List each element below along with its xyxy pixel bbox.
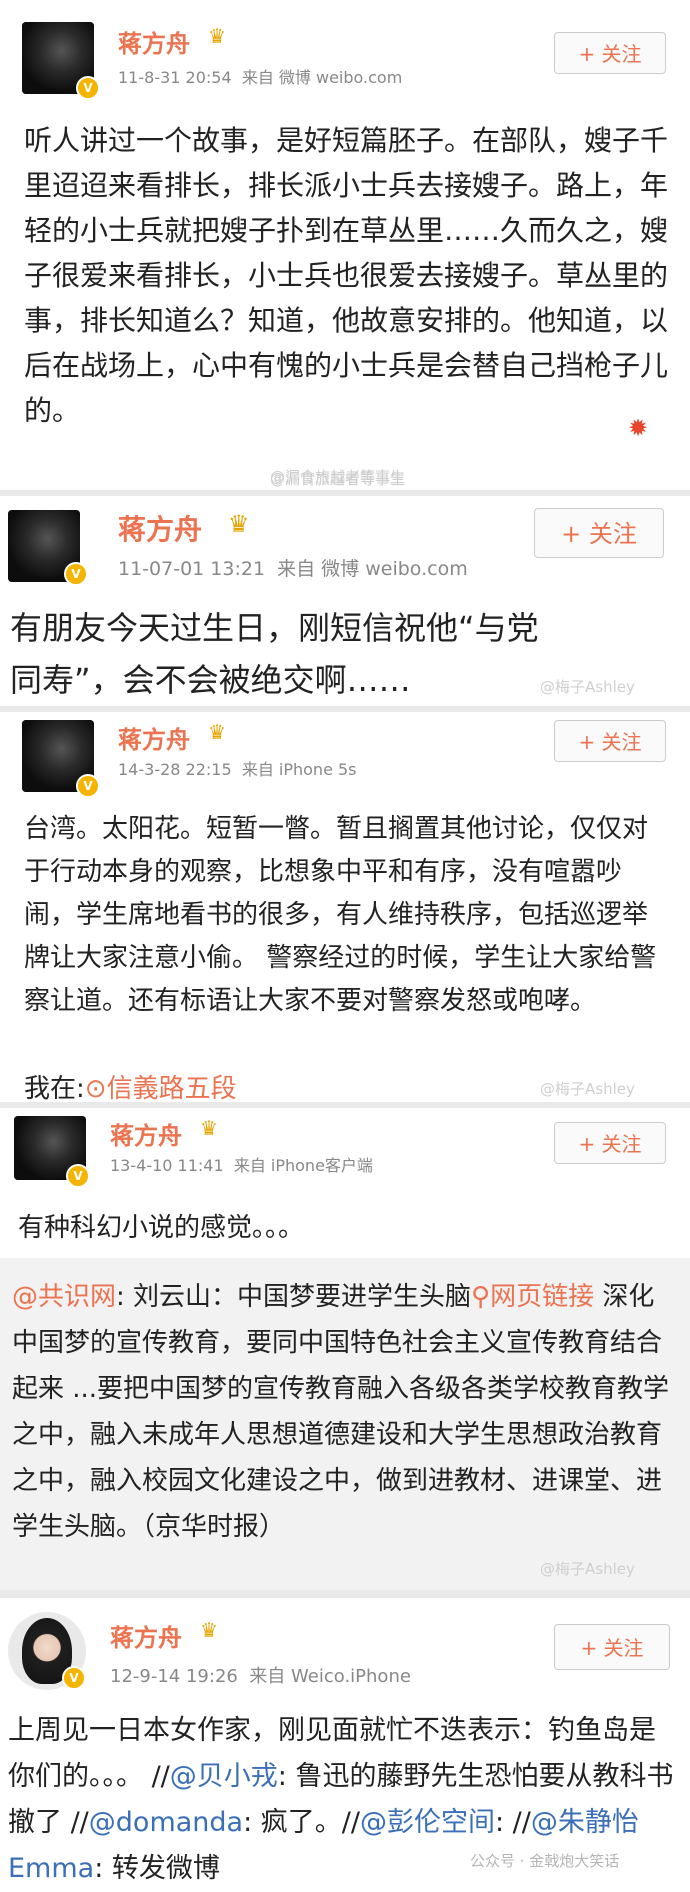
quote-body: 深化中国梦的宣传教育，要同中国特色社会主义宣传教育结合起来 ...要把中国梦的宣… <box>12 1282 670 1542</box>
mention-link[interactable]: @贝小戎 <box>170 1761 278 1792</box>
verified-badge-icon: V <box>64 562 88 586</box>
crown-icon: ♛ <box>200 1116 218 1140</box>
quote-text: @共识网: 刘云山：中国梦要进学生头脑⚲网页链接 深化中国梦的宣传教育，要同中国… <box>12 1274 676 1550</box>
post-time: 13-4-10 11:41 <box>110 1156 224 1175</box>
username[interactable]: 蒋方舟 <box>118 508 202 548</box>
mention-link[interactable]: @彭伦空间 <box>360 1807 495 1838</box>
crown-icon: ♛ <box>208 720 226 744</box>
post-text: 台湾。太阳花。短暂一瞥。暂且搁置其他讨论，仅仅对于行动本身的观察，比想象中平和有… <box>24 814 657 1016</box>
post-source: 来自 iPhone客户端 <box>233 1156 373 1175</box>
watermark: @梅子Ashley <box>540 1560 635 1578</box>
post-source: 来自 微博 weibo.com <box>241 68 403 87</box>
crown-icon: ♛ <box>208 24 226 48</box>
verified-badge-icon: V <box>62 1666 86 1690</box>
post-time: 14-3-28 22:15 <box>118 760 232 779</box>
crown-icon: ♛ <box>228 510 250 538</box>
verified-badge-icon: V <box>76 76 100 100</box>
username[interactable]: 蒋方舟 <box>110 1116 182 1151</box>
post-meta: 12-9-14 19:26 来自 Weico.iPhone <box>110 1662 411 1688</box>
watermark: @梅子Ashley <box>540 678 635 696</box>
verified-badge-icon: V <box>66 1164 90 1188</box>
follow-button[interactable]: + 关注 <box>534 508 664 558</box>
retweet-quote: @共识网: 刘云山：中国梦要进学生头脑⚲网页链接 深化中国梦的宣传教育，要同中国… <box>0 1258 690 1590</box>
post-time: 12-9-14 19:26 <box>110 1666 238 1687</box>
location-prefix: 我在: <box>24 1074 85 1104</box>
username[interactable]: 蒋方舟 <box>110 1618 182 1653</box>
post-text: 有朋友今天过生日，刚短信祝他“与党同寿”，会不会被绝交啊…… <box>10 609 539 699</box>
follow-button[interactable]: + 关注 <box>554 1624 670 1670</box>
follow-button[interactable]: + 关注 <box>554 32 666 74</box>
post-text-segment: : 疯了。// <box>243 1807 360 1838</box>
quote-headline: : 刘云山：中国梦要进学生头脑 <box>116 1282 472 1312</box>
post-source: 来自 微博 weibo.com <box>277 558 468 580</box>
location-link[interactable]: 信義路五段 <box>107 1074 237 1104</box>
divider <box>0 1590 690 1598</box>
follow-button[interactable]: + 关注 <box>554 1122 666 1164</box>
post-meta: 14-3-28 22:15 来自 iPhone 5s <box>118 756 357 780</box>
username[interactable]: 蒋方舟 <box>118 720 190 755</box>
post-source: 来自 Weico.iPhone <box>249 1666 411 1687</box>
post-text: 听人讲过一个故事，是好短篇胚子。在部队，嫂子千里迢迢来看排长，排长派小士兵去接嫂… <box>24 124 669 427</box>
sun-emoji-icon: ✹ <box>628 414 649 442</box>
post-meta: 11-07-01 13:21 来自 微博 weibo.com <box>118 554 468 581</box>
weibo-post: V 蒋方舟 ♛ 11-07-01 13:21 来自 微博 weibo.com +… <box>0 496 690 711</box>
location-line: 我在:⊙信義路五段 <box>24 1068 237 1105</box>
verified-badge-icon: V <box>76 774 100 798</box>
username[interactable]: 蒋方舟 <box>118 24 190 59</box>
follow-button[interactable]: + 关注 <box>554 720 666 762</box>
post-meta: 13-4-10 11:41 来自 iPhone客户端 <box>110 1152 373 1176</box>
web-link[interactable]: 网页链接 <box>490 1282 594 1312</box>
mention-link[interactable]: @domanda <box>89 1807 243 1838</box>
watermark: @漏食旅越者等事生 <box>270 470 406 488</box>
post-meta: 11-8-31 20:54 来自 微博 weibo.com <box>118 64 402 88</box>
quote-author-link[interactable]: @共识网 <box>12 1282 116 1312</box>
location-pin-icon: ⊙ <box>84 1074 107 1104</box>
post-time: 11-8-31 20:54 <box>118 68 232 87</box>
post-time: 11-07-01 13:21 <box>118 558 266 580</box>
weibo-post: V 蒋方舟 ♛ 11-8-31 20:54 来自 微博 weibo.com + … <box>0 0 690 486</box>
weibo-post: V 蒋方舟 ♛ 12-9-14 19:26 来自 Weico.iPhone + … <box>0 1598 690 1884</box>
post-text-segment: : 转发微博 <box>94 1853 220 1884</box>
watermark: @梅子Ashley <box>540 1080 635 1098</box>
post-text: 有种科幻小说的感觉。。。 <box>18 1213 305 1243</box>
post-text-segment: : // <box>494 1807 531 1838</box>
weibo-post: V 蒋方舟 ♛ 13-4-10 11:41 来自 iPhone客户端 + 关注 … <box>0 1108 690 1258</box>
watermark: 公众号 · 金戟炮大笑话 <box>470 1852 620 1870</box>
web-link-icon: ⚲ <box>471 1282 491 1312</box>
weibo-post: V 蒋方舟 ♛ 14-3-28 22:15 来自 iPhone 5s + 关注 … <box>0 712 690 1105</box>
crown-icon: ♛ <box>200 1618 218 1642</box>
post-source: 来自 iPhone 5s <box>241 760 357 779</box>
